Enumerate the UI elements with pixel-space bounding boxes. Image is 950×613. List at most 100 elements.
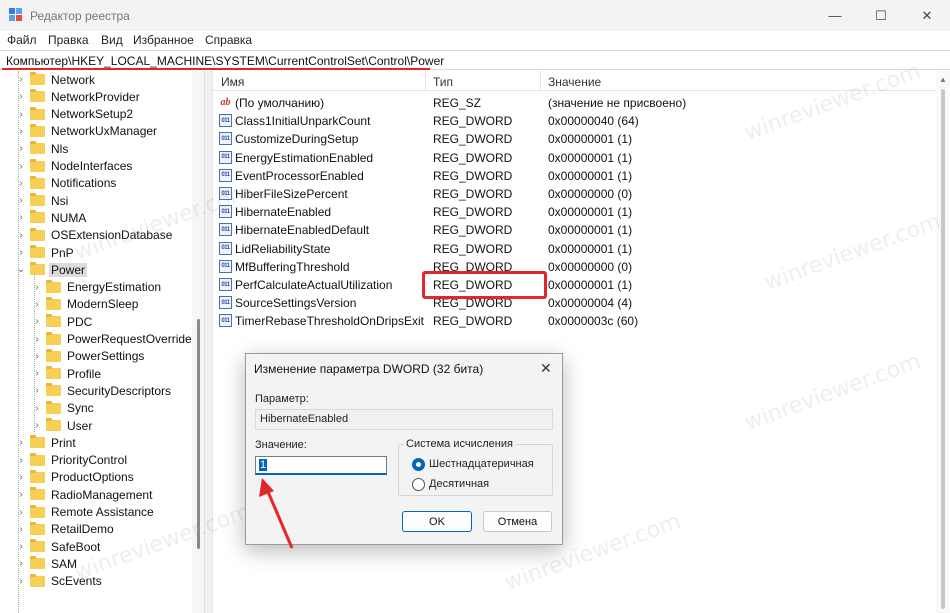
tree-item[interactable]: › NetworkUxManager	[16, 123, 159, 140]
dec-radio[interactable]	[412, 478, 425, 491]
chevron-right-icon[interactable]: ›	[32, 313, 42, 330]
tree-item[interactable]: › NUMA	[16, 209, 88, 226]
menu-help[interactable]: Справка	[205, 33, 252, 47]
chevron-down-icon[interactable]: ⌄	[16, 261, 26, 278]
chevron-right-icon[interactable]: ›	[32, 348, 42, 365]
tree-item[interactable]: › Network	[16, 71, 97, 88]
tree-item[interactable]: › PriorityControl	[16, 452, 129, 469]
menu-view[interactable]: Вид	[101, 33, 123, 47]
value-input[interactable]: 1	[255, 456, 387, 475]
tree-item[interactable]: › RetailDemo	[16, 521, 116, 538]
column-header-type[interactable]: Тип	[433, 75, 453, 89]
tree-item[interactable]: › PDC	[32, 313, 94, 330]
tree-item[interactable]: › NetworkSetup2	[16, 106, 135, 123]
column-header-data[interactable]: Значение	[548, 75, 601, 89]
tree-item[interactable]: › NodeInterfaces	[16, 158, 134, 175]
maximize-button[interactable]: ☐	[858, 0, 904, 31]
tree-item[interactable]: › SecurityDescriptors	[32, 382, 173, 399]
chevron-right-icon[interactable]: ›	[32, 279, 42, 296]
tree-item[interactable]: › Print	[16, 434, 78, 451]
value-name: LidReliabilityState	[235, 241, 331, 256]
chevron-right-icon[interactable]: ›	[16, 504, 26, 521]
chevron-right-icon[interactable]: ›	[16, 521, 26, 538]
cancel-button[interactable]: Отмена	[483, 511, 552, 532]
tree-item[interactable]: › Sync	[32, 400, 96, 417]
hex-radio-label[interactable]: Шестнадцатеричная	[429, 458, 534, 470]
chevron-right-icon[interactable]: ›	[16, 106, 26, 123]
value-row[interactable]: 011 HibernateEnabled REG_DWORD 0x00000001 (…	[213, 203, 936, 221]
chevron-right-icon[interactable]: ›	[16, 140, 26, 157]
value-row[interactable]: 011 HibernateEnabledDefault REG_DWORD 0x000…	[213, 221, 936, 239]
value-name: HibernateEnabledDefault	[235, 223, 370, 238]
menu-edit[interactable]: Правка	[48, 33, 89, 47]
chevron-right-icon[interactable]: ›	[16, 555, 26, 572]
tree-item[interactable]: › ModernSleep	[32, 296, 140, 313]
chevron-right-icon[interactable]: ›	[16, 71, 26, 88]
chevron-right-icon[interactable]: ›	[16, 469, 26, 486]
tree-item[interactable]: › SAM	[16, 555, 79, 572]
tree-item[interactable]: › PowerRequestOverride	[32, 331, 194, 348]
minimize-button[interactable]: —	[812, 0, 858, 31]
value-row[interactable]: 011 HiberFileSizePercent REG_DWORD 0x000000…	[213, 185, 936, 203]
chevron-right-icon[interactable]: ›	[16, 88, 26, 105]
chevron-right-icon[interactable]: ›	[16, 175, 26, 192]
value-row[interactable]: 011 PerfCalculateActualUtilization REG_DWO…	[213, 276, 936, 294]
tree-item[interactable]: › RadioManagement	[16, 486, 154, 503]
close-button[interactable]: ✕	[904, 0, 950, 31]
menu-favorites[interactable]: Избранное	[133, 33, 194, 47]
tree-item[interactable]: › NetworkProvider	[16, 88, 142, 105]
title-bar: Редактор реестра — ☐ ✕	[0, 0, 950, 31]
scroll-up-icon[interactable]: ▲	[939, 75, 947, 84]
chevron-right-icon[interactable]: ›	[16, 452, 26, 469]
tree-item[interactable]: › SafeBoot	[16, 538, 102, 555]
folder-icon	[30, 141, 45, 155]
tree-item[interactable]: › Remote Assistance	[16, 504, 156, 521]
chevron-right-icon[interactable]: ›	[32, 365, 42, 382]
chevron-right-icon[interactable]: ›	[16, 192, 26, 209]
tree-item[interactable]: › Profile	[32, 365, 103, 382]
chevron-right-icon[interactable]: ›	[16, 227, 26, 244]
tree-item[interactable]: › User	[32, 417, 94, 434]
value-type: REG_DWORD	[433, 223, 513, 238]
value-row[interactable]: 011 SourceSettingsVersion REG_DWORD 0x00000…	[213, 294, 936, 312]
menu-file[interactable]: Файл	[7, 33, 37, 47]
tree-item[interactable]: › PowerSettings	[32, 348, 146, 365]
address-path[interactable]: Компьютер\HKEY_LOCAL_MACHINE\SYSTEM\Curr…	[6, 54, 444, 68]
value-row[interactable]: 011 TimerRebaseThresholdOnDripsExit REG_DW…	[213, 312, 936, 330]
tree-item[interactable]: › PnP	[16, 244, 76, 261]
tree-item[interactable]: ⌄ Power	[16, 261, 88, 278]
chevron-right-icon[interactable]: ›	[16, 573, 26, 590]
dialog-close-icon[interactable]: ✕	[540, 360, 552, 377]
chevron-right-icon[interactable]: ›	[16, 123, 26, 140]
tree-item[interactable]: › Nsi	[16, 192, 70, 209]
chevron-right-icon[interactable]: ›	[16, 434, 26, 451]
tree-item[interactable]: › ProductOptions	[16, 469, 136, 486]
chevron-right-icon[interactable]: ›	[16, 486, 26, 503]
chevron-right-icon[interactable]: ›	[32, 382, 42, 399]
address-bar[interactable]: Компьютер\HKEY_LOCAL_MACHINE\SYSTEM\Curr…	[0, 50, 950, 70]
tree-item-label: Sync	[67, 401, 94, 416]
dec-radio-label[interactable]: Десятичная	[429, 478, 489, 490]
chevron-right-icon[interactable]: ›	[16, 158, 26, 175]
chevron-right-icon[interactable]: ›	[32, 417, 42, 434]
tree-item[interactable]: › Notifications	[16, 175, 118, 192]
value-row[interactable]: 011 EnergyEstimationEnabled REG_DWORD 0x000…	[213, 149, 936, 167]
chevron-right-icon[interactable]: ›	[16, 244, 26, 261]
chevron-right-icon[interactable]: ›	[32, 400, 42, 417]
hex-radio[interactable]	[412, 458, 425, 471]
tree-item[interactable]: › EnergyEstimation	[32, 279, 163, 296]
value-input-text[interactable]: 1	[259, 459, 268, 471]
column-header-name[interactable]: Имя	[221, 75, 244, 89]
chevron-right-icon[interactable]: ›	[32, 296, 42, 313]
value-row[interactable]: 011 CustomizeDuringSetup REG_DWORD 0x000000…	[213, 130, 936, 148]
ok-button[interactable]: OK	[402, 511, 472, 532]
value-row[interactable]: 011 EventProcessorEnabled REG_DWORD 0x00000…	[213, 167, 936, 185]
chevron-right-icon[interactable]: ›	[16, 538, 26, 555]
values-scrollbar-thumb[interactable]	[941, 89, 945, 609]
values-scrollbar[interactable]: ▲	[936, 71, 950, 613]
value-data: (значение не присвоено)	[548, 96, 687, 110]
folder-icon	[30, 175, 45, 189]
chevron-right-icon[interactable]: ›	[32, 331, 42, 348]
tree-item[interactable]: › Nls	[16, 140, 70, 157]
chevron-right-icon[interactable]: ›	[16, 209, 26, 226]
